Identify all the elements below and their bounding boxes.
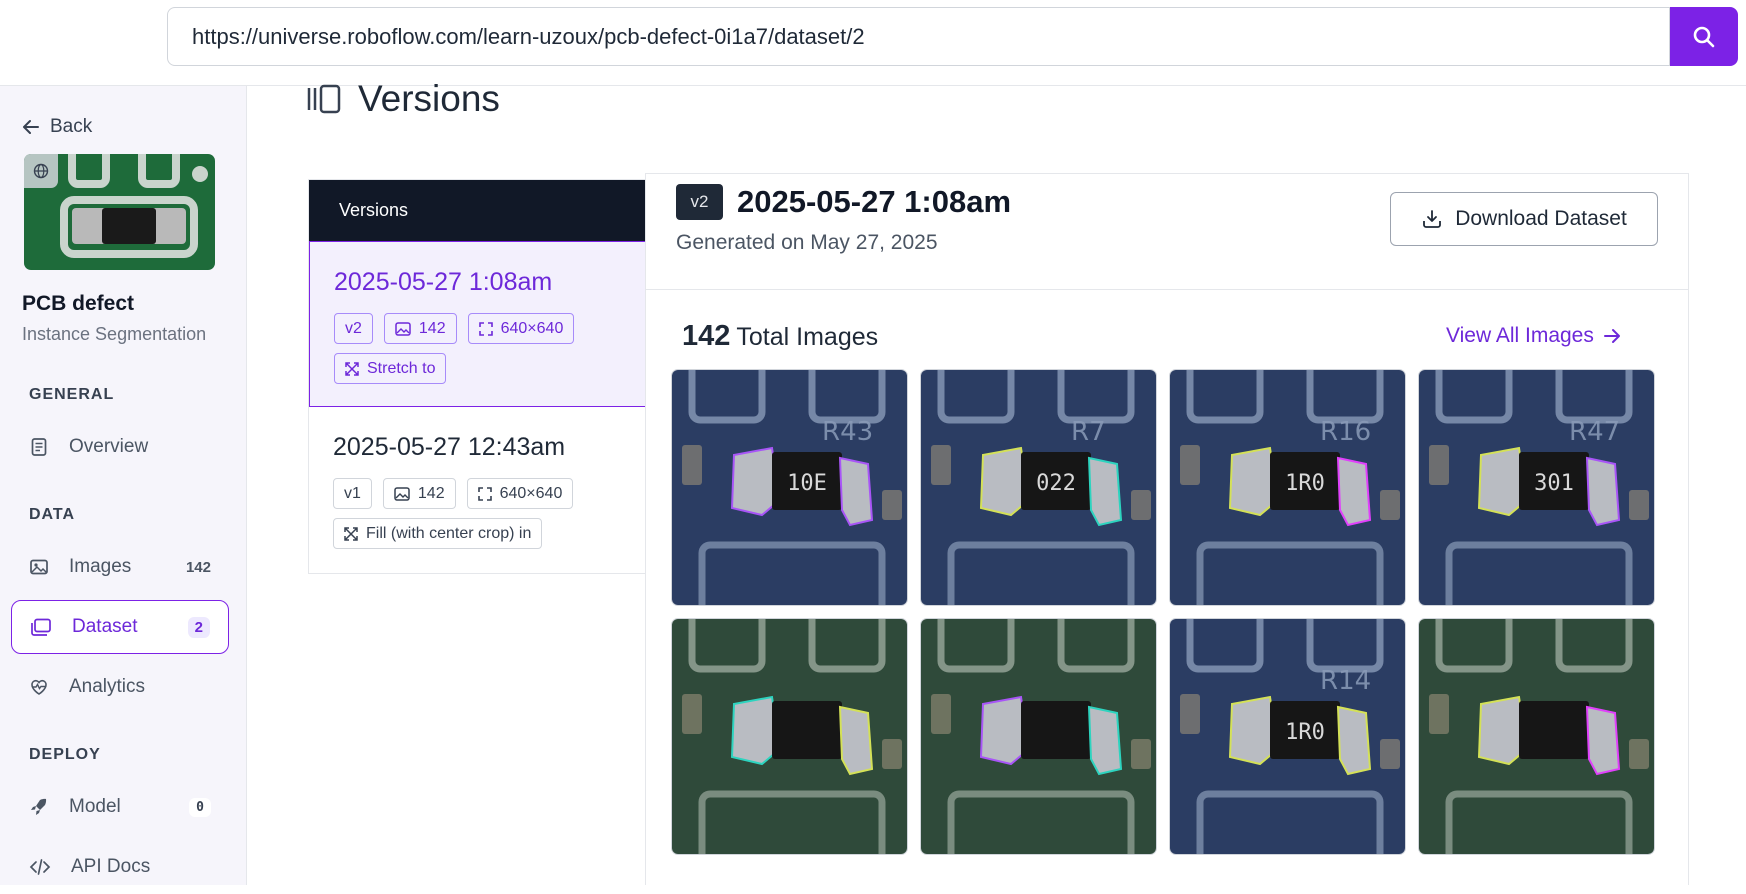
expand-icon (478, 321, 493, 336)
arrow-right-icon (1603, 329, 1620, 343)
download-dataset-button[interactable]: Download Dataset (1390, 192, 1658, 246)
sidebar-item-dataset[interactable]: Dataset 2 (11, 600, 229, 654)
model-count: 0 (189, 797, 211, 817)
sidebar-item-label: API Docs (71, 856, 151, 877)
back-label: Back (50, 116, 93, 137)
heart-pulse-icon (31, 679, 47, 695)
version-card-v2[interactable]: 2025-05-27 1:08am v2 142 640×640 Stretch… (309, 241, 646, 407)
resistor-marking: 1R0 (1285, 471, 1325, 496)
section-deploy: DEPLOY (29, 746, 101, 763)
dataset-image-thumbnail[interactable] (1418, 618, 1655, 855)
sidebar-item-analytics[interactable]: Analytics (11, 660, 229, 714)
page-title: Versions (306, 78, 500, 120)
version-card-v1[interactable]: 2025-05-27 12:43am v1 142 640×640 Fill (… (309, 407, 646, 573)
versions-icon (307, 84, 341, 114)
download-icon (1423, 210, 1442, 228)
dataset-image-thumbnail[interactable]: 1R0 R16 (1169, 369, 1406, 606)
globe-icon (24, 154, 58, 188)
project-name: PCB defect (22, 292, 135, 315)
dataset-image-thumbnail[interactable]: 022 R7 (920, 369, 1157, 606)
generated-date: Generated on May 27, 2025 (676, 231, 938, 254)
code-icon (29, 859, 51, 875)
sidebar-item-images[interactable]: Images 142 (11, 540, 229, 594)
image-icon (395, 321, 411, 336)
sidebar-item-overview[interactable]: Overview (11, 420, 229, 474)
total-images: 142 Total Images (682, 320, 878, 353)
version-detail: v2 2025-05-27 1:08am Generated on May 27… (645, 173, 1689, 885)
resistor-marking: 022 (1036, 471, 1076, 496)
project-thumbnail[interactable] (24, 154, 215, 270)
silkscreen-label: R43 (822, 417, 873, 447)
size-tag: 640×640 (467, 313, 575, 344)
section-data: DATA (29, 506, 76, 523)
sidebar: Back PCB defect Instance Segmentation GE… (0, 86, 247, 885)
versions-header: Versions (309, 180, 645, 241)
document-icon (31, 438, 47, 456)
total-count: 142 (682, 320, 731, 352)
rocket-icon (31, 798, 47, 815)
search-icon (1693, 26, 1715, 47)
version-tag: v1 (333, 478, 372, 509)
silkscreen-label: R47 (1569, 417, 1620, 447)
sidebar-item-label: Model (69, 796, 121, 817)
dataset-image-thumbnail[interactable]: 10E R43 (671, 369, 908, 606)
resistor-marking: 301 (1534, 471, 1574, 496)
project-type: Instance Segmentation (22, 324, 207, 344)
arrow-left-icon (23, 120, 39, 134)
sidebar-item-label: Images (69, 556, 132, 577)
expand-icon (477, 486, 492, 501)
version-badge: v2 (676, 184, 723, 220)
image-icon (394, 486, 410, 501)
silkscreen-label: R14 (1320, 666, 1371, 696)
image-count-tag: 142 (383, 313, 457, 344)
search-button[interactable] (1670, 7, 1738, 66)
resistor-marking: 1R0 (1285, 720, 1325, 745)
browser-url-bar: https://universe.roboflow.com/learn-uzou… (0, 0, 1746, 86)
url-input[interactable]: https://universe.roboflow.com/learn-uzou… (167, 7, 1670, 66)
size-tag: 640×640 (466, 478, 574, 509)
versions-list: Versions 2025-05-27 1:08am v2 142 640×64… (308, 179, 646, 574)
stretch-icon (344, 526, 358, 541)
image-count-tag: 142 (382, 478, 456, 509)
sidebar-item-model[interactable]: Model 0 (11, 780, 229, 834)
image-grid: 10E R43 022 R7 1R0 R16 301 R47 1R0 R14 (671, 369, 1655, 855)
total-label: Total Images (736, 323, 879, 351)
version-date: 2025-05-27 12:43am (333, 433, 566, 461)
page-title-text: Versions (358, 78, 500, 119)
version-tag: v2 (334, 313, 373, 344)
dataset-image-thumbnail[interactable]: 1R0 R14 (1169, 618, 1406, 855)
image-icon (30, 559, 48, 575)
version-title: 2025-05-27 1:08am (737, 184, 1012, 219)
resistor-marking: 10E (787, 471, 827, 496)
resize-tag: Stretch to (334, 353, 447, 384)
resize-tag: Fill (with center crop) in (333, 518, 543, 549)
dataset-image-thumbnail[interactable] (920, 618, 1157, 855)
back-link[interactable]: Back (22, 116, 92, 138)
version-date: 2025-05-27 1:08am (334, 268, 553, 296)
dataset-image-thumbnail[interactable] (671, 618, 908, 855)
sidebar-item-label: Overview (69, 436, 149, 457)
dataset-count: 2 (187, 616, 210, 638)
sidebar-item-api-docs[interactable]: API Docs (11, 840, 229, 894)
sidebar-item-label: Dataset (72, 616, 138, 637)
view-all-images-link[interactable]: View All Images (1446, 324, 1622, 348)
section-general: GENERAL (29, 386, 115, 403)
sidebar-item-label: Analytics (69, 676, 146, 697)
images-count: 142 (185, 558, 211, 576)
stretch-icon (345, 361, 359, 376)
folder-stack-icon (31, 618, 51, 636)
silkscreen-label: R16 (1320, 417, 1371, 447)
dataset-image-thumbnail[interactable]: 301 R47 (1418, 369, 1655, 606)
version-detail-header: v2 2025-05-27 1:08am Generated on May 27… (646, 174, 1688, 290)
silkscreen-label: R7 (1071, 417, 1106, 447)
